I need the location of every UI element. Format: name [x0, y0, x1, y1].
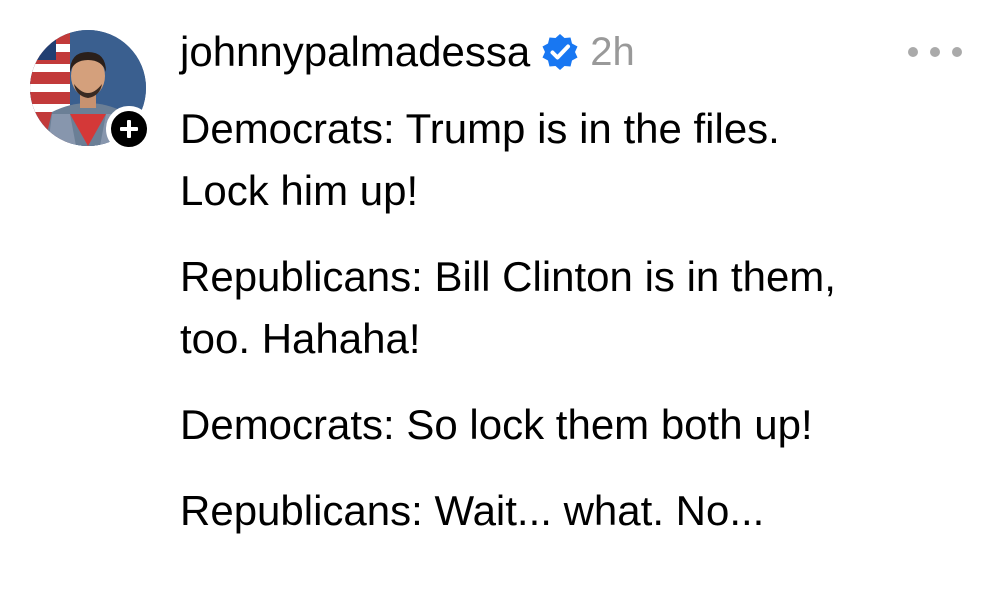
paragraph-line: Democrats: So lock them both up! [180, 401, 813, 448]
post-timestamp: 2h [590, 29, 635, 74]
paragraph-line: Republicans: Bill Clinton is in them, [180, 253, 836, 300]
post-card: johnnypalmadessa 2h Democrats: Trump is … [0, 0, 1000, 600]
avatar-container[interactable] [30, 30, 152, 152]
more-options-dot [930, 47, 940, 57]
paragraph-line: too. Hahaha! [180, 315, 421, 362]
more-options-button[interactable] [908, 36, 962, 68]
post-paragraph: Democrats: So lock them both up! [180, 394, 970, 456]
post-paragraph: Republicans: Bill Clinton is in them, to… [180, 246, 970, 370]
post-header: johnnypalmadessa 2h [180, 22, 635, 82]
more-options-icon [908, 47, 918, 57]
follow-button[interactable] [106, 106, 152, 152]
username[interactable]: johnnypalmadessa [180, 28, 530, 76]
paragraph-line: Lock him up! [180, 167, 419, 214]
post-body: Democrats: Trump is in the files. Lock h… [180, 98, 970, 566]
verified-badge-icon [542, 34, 578, 70]
post-paragraph: Republicans: Wait... what. No... [180, 480, 970, 542]
post-paragraph: Democrats: Trump is in the files. Lock h… [180, 98, 970, 222]
more-options-dot [952, 47, 962, 57]
paragraph-line: Democrats: Trump is in the files. [180, 105, 780, 152]
plus-icon [120, 120, 138, 138]
paragraph-line: Republicans: Wait... what. No... [180, 487, 765, 534]
